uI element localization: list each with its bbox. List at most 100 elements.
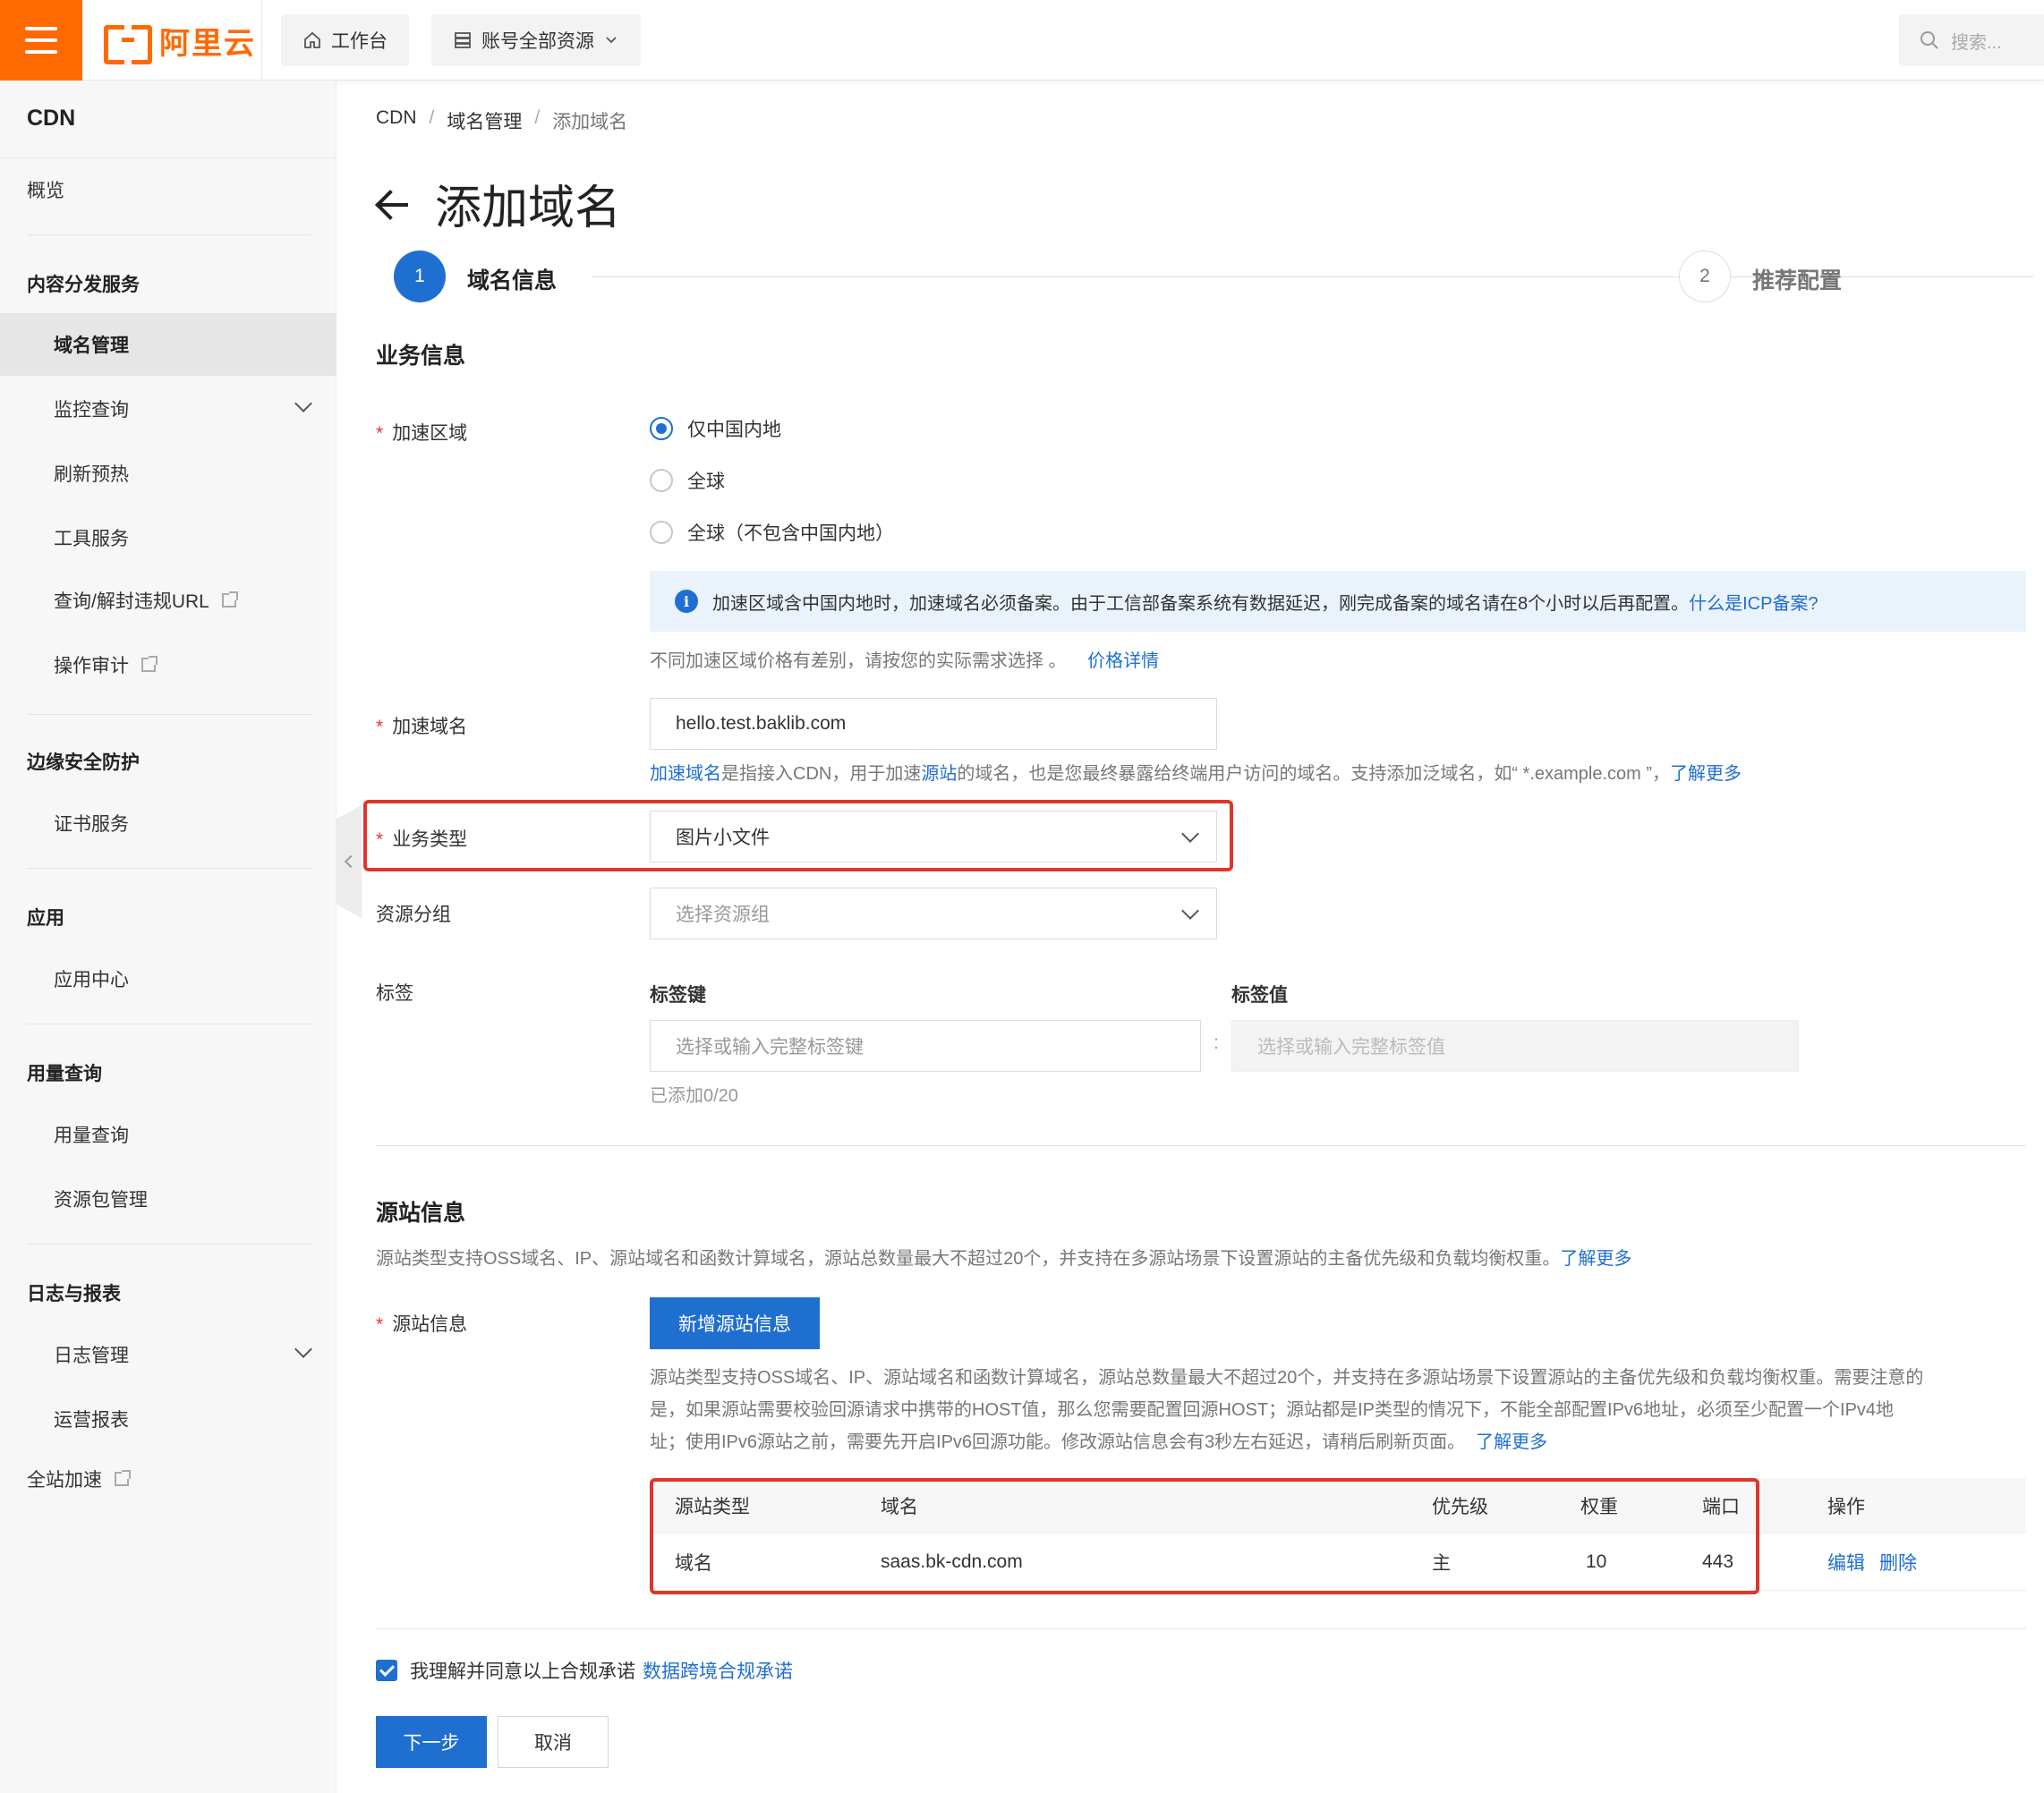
divider [27, 714, 311, 715]
sidebar-group-content: 内容分发服务 [27, 275, 140, 295]
origin-section-desc: 源站类型支持OSS域名、IP、源站域名和函数计算域名，源站总数量最大不超过20个… [376, 1249, 1632, 1269]
delete-origin-link[interactable]: 删除 [1879, 1534, 1917, 1590]
resources-dropdown[interactable]: 账号全部资源 [431, 14, 641, 66]
sidebar-item-label: 概览 [27, 181, 64, 201]
learn-more-link[interactable]: 了解更多 [1670, 764, 1742, 784]
sidebar-item-cert[interactable]: 证书服务 [0, 792, 336, 854]
search-icon [1921, 31, 1938, 49]
sidebar-item-label: 应用中心 [54, 970, 129, 990]
domain-hint: 加速域名是指接入CDN，用于加速源站的域名，也是您最终暴露给终端用户访问的域名。… [650, 764, 1742, 784]
highlight-box [650, 1478, 1759, 1594]
aliyun-logo-icon [104, 25, 152, 64]
sidebar-item-overview[interactable]: 概览 [0, 158, 336, 221]
icp-link[interactable]: 什么是ICP备案? [1689, 589, 1818, 615]
divider [27, 868, 311, 869]
tag-value-label: 标签值 [1231, 985, 1288, 1006]
business-type-select[interactable]: 图片小文件 [650, 811, 1217, 863]
business-type-label: * 业务类型 [376, 829, 468, 850]
domain-hint-link[interactable]: 加速域名 [650, 764, 721, 784]
sidebar-item-domain-mgmt[interactable]: 域名管理 [0, 313, 336, 376]
origin-link[interactable]: 源站 [921, 764, 957, 784]
sidebar-item-url-query[interactable]: 查询/解封违规URL [0, 569, 336, 632]
section-title-business: 业务信息 [376, 344, 466, 369]
sidebar-item-label: 监控查询 [54, 400, 129, 421]
external-link-icon [221, 591, 238, 608]
sidebar-item-package-mgmt[interactable]: 资源包管理 [0, 1168, 336, 1230]
section-title-origin: 源站信息 [376, 1201, 466, 1226]
learn-more-link[interactable]: 了解更多 [1560, 1249, 1631, 1269]
tag-colon: : [1214, 1032, 1219, 1053]
sidebar-group-logs: 日志与报表 [27, 1284, 121, 1304]
search-input[interactable]: 搜索... [1899, 14, 2044, 66]
add-origin-button[interactable]: 新增源站信息 [650, 1297, 820, 1349]
sidebar-item-ops-report[interactable]: 运营报表 [0, 1388, 336, 1450]
workbench-label: 工作台 [331, 31, 388, 52]
sidebar-item-audit[interactable]: 操作审计 [0, 633, 336, 696]
next-button[interactable]: 下一步 [376, 1716, 487, 1768]
sidebar-item-label: 运营报表 [54, 1410, 129, 1431]
chevron-down-icon [606, 37, 617, 44]
learn-more-link[interactable]: 了解更多 [1476, 1432, 1547, 1452]
divider [376, 1145, 2026, 1146]
resource-group-select[interactable]: 选择资源组 [650, 888, 1217, 939]
sidebar-item-log-mgmt[interactable]: 日志管理 [0, 1323, 336, 1386]
chevron-down-icon [1181, 825, 1199, 843]
compliance-link[interactable]: 数据跨境合规承诺 [643, 1657, 793, 1684]
radio[interactable] [650, 469, 673, 492]
required-mark: * [376, 423, 384, 444]
chevron-down-icon [294, 395, 312, 412]
sidebar-item-dcdn[interactable]: 全站加速 [0, 1448, 336, 1510]
origin-label: * 源站信息 [376, 1314, 468, 1335]
top-bar: 阿里云 工作台 账号全部资源 搜索... [0, 0, 2044, 81]
origin-description: 源站类型支持OSS域名、IP、源站域名和函数计算域名，源站总数量最大不超过20个… [650, 1368, 1924, 1452]
required-mark: * [376, 717, 384, 737]
sidebar-item-refresh[interactable]: 刷新预热 [0, 442, 336, 505]
required-mark: * [376, 829, 384, 850]
resource-group-placeholder: 选择资源组 [676, 905, 770, 925]
tag-key-label: 标签键 [650, 985, 706, 1006]
placeholder [0, 81, 336, 143]
agreement-text: 我理解并同意以上合规承诺 [410, 1661, 635, 1682]
region-option-global[interactable]: 全球 [650, 467, 725, 494]
business-type-value: 图片小文件 [676, 828, 770, 848]
radio-selected[interactable] [650, 417, 673, 440]
aliyun-logo[interactable]: 阿里云 [104, 20, 256, 64]
sidebar-item-label: 证书服务 [54, 814, 129, 835]
tag-key-input[interactable]: 选择或输入完整标签键 [650, 1020, 1201, 1072]
server-icon [455, 32, 471, 48]
sidebar: CDN 概览 内容分发服务 域名管理 监控查询 刷新预热 工具服务 查询/解封违… [0, 81, 336, 1793]
tag-label: 标签 [376, 983, 413, 1004]
sidebar-item-usage-query[interactable]: 用量查询 [0, 1103, 336, 1166]
domain-input[interactable]: hello.test.baklib.com [650, 698, 1217, 750]
sidebar-item-monitor[interactable]: 监控查询 [0, 378, 336, 440]
domain-label: * 加速域名 [376, 717, 468, 737]
cancel-button[interactable]: 取消 [498, 1716, 609, 1768]
region-option-cn[interactable]: 仅中国内地 [650, 415, 781, 442]
external-link-icon [115, 1470, 131, 1486]
sidebar-collapse-button[interactable] [336, 805, 362, 918]
sidebar-item-tools[interactable]: 工具服务 [0, 506, 336, 569]
edit-origin-link[interactable]: 编辑 [1827, 1534, 1865, 1590]
logo-text: 阿里云 [159, 26, 256, 61]
sidebar-group-security: 边缘安全防护 [27, 752, 140, 773]
column-header: 操作 [1827, 1496, 1865, 1517]
sidebar-group-usage: 用量查询 [27, 1064, 102, 1084]
price-details-link[interactable]: 价格详情 [1087, 651, 1159, 671]
icp-info-banner: i 加速区域含中国内地时，加速域名必须备案。由于工信部备案系统有数据延迟，刚完成… [650, 571, 2026, 632]
region-option-global-ex-cn[interactable]: 全球（不包含中国内地） [650, 519, 894, 546]
sidebar-item-label: 日志管理 [54, 1346, 129, 1366]
resources-label: 账号全部资源 [481, 31, 594, 52]
external-link-icon [141, 656, 158, 672]
agreement-checkbox[interactable] [376, 1660, 397, 1681]
agreement-row: 我理解并同意以上合规承诺 数据跨境合规承诺 [376, 1657, 793, 1684]
sidebar-item-label: 资源包管理 [54, 1190, 148, 1211]
tag-value-input[interactable]: 选择或输入完整标签值 [1231, 1020, 1799, 1072]
price-hint: 不同加速区域价格有差别，请按您的实际需求选择 。 价格详情 [650, 651, 1160, 671]
radio[interactable] [650, 521, 673, 544]
sidebar-item-app-center[interactable]: 应用中心 [0, 947, 336, 1010]
sidebar-item-label: 操作审计 [54, 656, 129, 676]
workbench-button[interactable]: 工作台 [281, 14, 409, 66]
search-placeholder: 搜索... [1951, 32, 2002, 53]
divider [27, 234, 311, 235]
menu-icon[interactable] [0, 0, 82, 81]
